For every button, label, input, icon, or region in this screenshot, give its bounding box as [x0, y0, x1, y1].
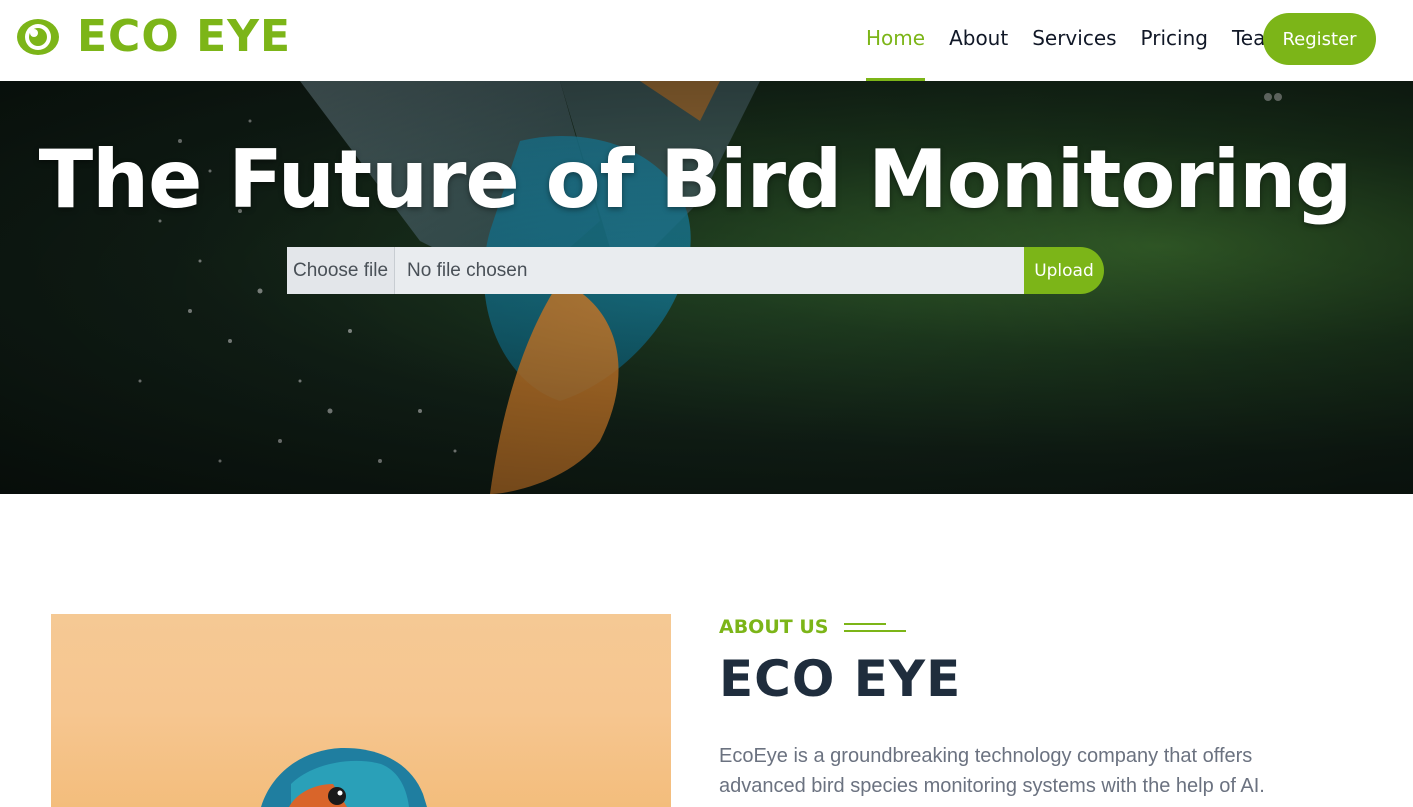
decorative-lines	[844, 620, 907, 634]
about-us-label: ABOUT US	[719, 616, 907, 638]
register-button[interactable]: Register	[1263, 13, 1376, 65]
main-nav: Home About Services Pricing Team	[854, 0, 1297, 81]
file-input[interactable]: Choose file No file chosen	[287, 247, 1024, 294]
nav-home[interactable]: Home	[866, 0, 926, 81]
hero-title: The Future of Bird Monitoring	[38, 133, 1353, 226]
about-title: ECO EYE	[719, 650, 962, 708]
file-status-text: No file chosen	[407, 259, 528, 281]
nav-pricing[interactable]: Pricing	[1141, 0, 1208, 81]
logo-text: ECO EYE	[77, 11, 292, 62]
nav-services[interactable]: Services	[1032, 0, 1116, 81]
logo[interactable]: ECO EYE	[15, 14, 291, 60]
about-description: EcoEye is a groundbreaking technology co…	[719, 745, 1265, 797]
kingfisher-portrait-image	[261, 747, 427, 807]
upload-button[interactable]: Upload	[1024, 247, 1104, 294]
hero-section: The Future of Bird Monitoring Choose fil…	[0, 81, 1413, 494]
site-header: ECO EYE Home About Services Pricing Team…	[0, 0, 1413, 81]
eye-icon	[17, 19, 59, 55]
upload-form: Choose file No file chosen Upload	[287, 247, 1104, 294]
nav-about[interactable]: About	[949, 0, 1008, 81]
about-bird-image	[51, 614, 671, 807]
choose-file-button[interactable]: Choose file	[287, 247, 395, 294]
about-us-label-text: ABOUT US	[719, 616, 829, 638]
